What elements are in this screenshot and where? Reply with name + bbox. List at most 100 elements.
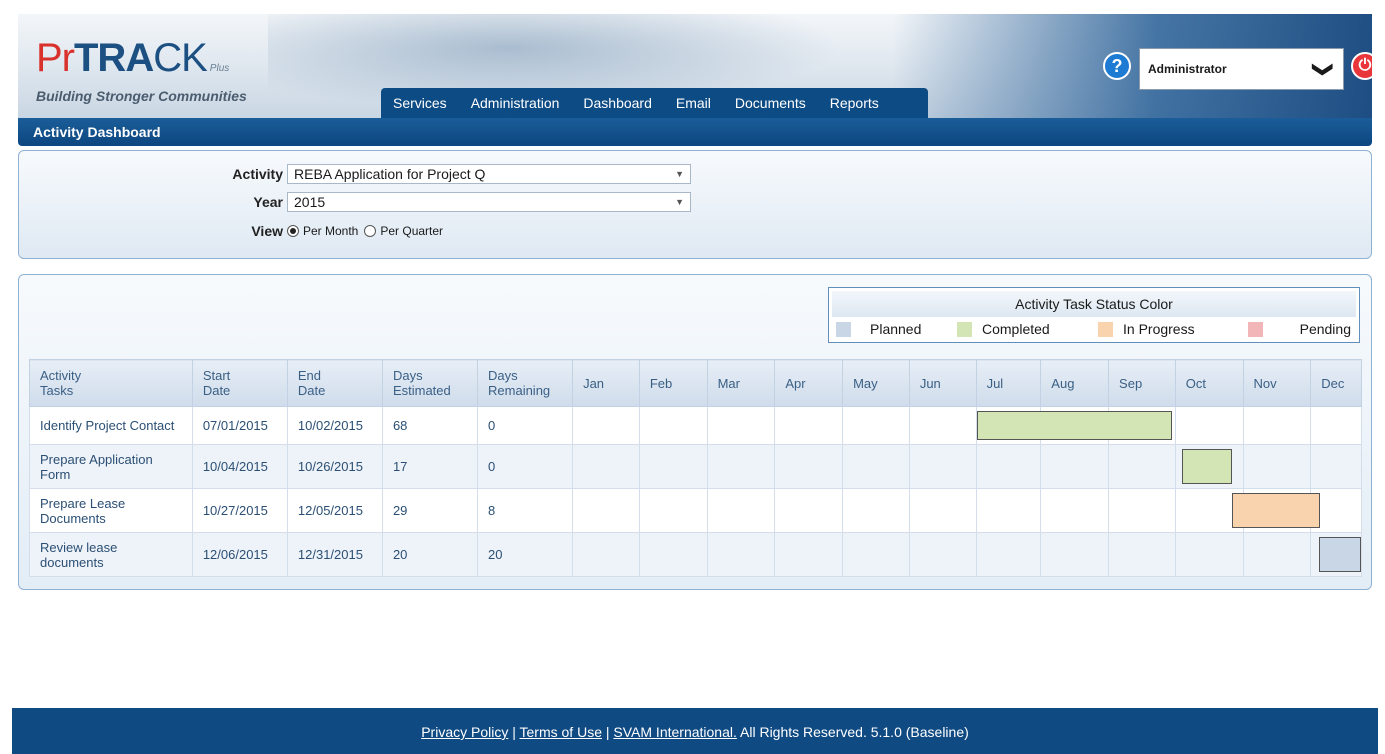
col-header-dec: Dec xyxy=(1310,359,1362,407)
col-header-apr: Apr xyxy=(774,359,844,407)
month-cell-sep xyxy=(1108,444,1176,489)
month-cell-jun xyxy=(908,444,977,489)
month-cell-feb xyxy=(638,532,708,577)
col-header-start: Start Date xyxy=(191,359,288,407)
view-per-quarter-radio[interactable]: Per Quarter xyxy=(364,224,443,238)
nav-documents[interactable]: Documents xyxy=(723,88,818,118)
month-cell-oct xyxy=(1174,532,1244,577)
month-cell-nov xyxy=(1242,406,1312,445)
days-remaining-cell: 0 xyxy=(477,444,574,489)
terms-of-use-link[interactable]: Terms of Use xyxy=(520,724,602,740)
pending-swatch xyxy=(1248,321,1263,337)
view-per-month-radio[interactable]: Per Month xyxy=(287,224,358,238)
gantt-bar[interactable] xyxy=(1231,493,1321,528)
start-date-cell: 10/04/2015 xyxy=(191,444,288,489)
activity-select[interactable]: REBA Application for Project Q ▼ xyxy=(287,164,691,184)
col-header-feb: Feb xyxy=(638,359,708,407)
logo-tagline: Building Stronger Communities xyxy=(36,88,247,104)
legend-item-planned: Planned xyxy=(829,321,957,337)
legend-items: Planned Completed In Progress Pending xyxy=(829,317,1359,341)
table-row: Identify Project Contact 07/01/2015 10/02/… xyxy=(29,406,1362,445)
month-cell-may xyxy=(842,532,910,577)
company-link[interactable]: SVAM International. xyxy=(613,724,736,740)
month-cell-nov xyxy=(1242,444,1312,489)
help-icon[interactable]: ? xyxy=(1103,52,1131,80)
month-cell-mar xyxy=(706,488,776,533)
radio-unselected-icon xyxy=(364,225,377,237)
month-cell-oct xyxy=(1174,488,1321,533)
privacy-policy-link[interactable]: Privacy Policy xyxy=(421,724,508,740)
col-header-jan: Jan xyxy=(572,359,640,407)
days-estimated-cell: 17 xyxy=(381,444,479,489)
start-date-cell: 12/06/2015 xyxy=(191,532,288,577)
activity-select-value: REBA Application for Project Q xyxy=(294,166,486,182)
month-cell-aug xyxy=(1040,532,1110,577)
month-cell-apr xyxy=(774,406,844,445)
month-cell-sep xyxy=(1108,532,1176,577)
month-cell-oct xyxy=(1174,406,1244,445)
month-cell-jun xyxy=(908,406,977,445)
view-label: View xyxy=(251,223,283,239)
protrack-logo[interactable]: PrTRACK Plus xyxy=(36,38,229,89)
col-header-aug: Aug xyxy=(1040,359,1110,407)
gantt-bar[interactable] xyxy=(976,411,1172,440)
task-cell: Review lease documents xyxy=(29,532,193,577)
month-cell-jul xyxy=(975,406,1172,445)
page-title: Activity Dashboard xyxy=(18,118,1372,146)
col-header-estimated: Days Estimated xyxy=(381,359,479,407)
nav-reports[interactable]: Reports xyxy=(818,88,891,118)
month-cell-jun xyxy=(908,488,977,533)
start-date-cell: 07/01/2015 xyxy=(191,406,288,445)
month-cell-jan xyxy=(572,532,640,577)
month-cell-apr xyxy=(774,532,844,577)
main-nav: Services Administration Dashboard Email … xyxy=(381,88,928,118)
col-header-nov: Nov xyxy=(1242,359,1312,407)
month-cell-mar xyxy=(706,532,776,577)
radio-selected-icon xyxy=(287,225,299,237)
logout-icon[interactable]: ⏻ xyxy=(1351,52,1372,80)
month-cell-may xyxy=(842,444,910,489)
col-header-jul: Jul xyxy=(975,359,1042,407)
nav-dashboard[interactable]: Dashboard xyxy=(571,88,664,118)
gantt-bar[interactable] xyxy=(1319,537,1361,572)
year-select-value: 2015 xyxy=(294,194,326,210)
month-cell-apr xyxy=(774,444,844,489)
user-role-value: Administrator xyxy=(1148,62,1227,76)
page-footer: Privacy Policy | Terms of Use | SVAM Int… xyxy=(12,708,1378,754)
month-cell-aug xyxy=(1040,488,1110,533)
col-header-mar: Mar xyxy=(706,359,776,407)
dropdown-arrow-icon: ▼ xyxy=(675,197,684,207)
days-estimated-cell: 29 xyxy=(381,488,479,533)
gantt-bar[interactable] xyxy=(1182,449,1232,484)
view-per-month-label: Per Month xyxy=(303,224,359,238)
end-date-cell: 10/26/2015 xyxy=(286,444,383,489)
month-cell-may xyxy=(842,488,910,533)
nav-services[interactable]: Services xyxy=(381,88,459,118)
month-cell-feb xyxy=(638,444,708,489)
month-cell-jul xyxy=(975,488,1042,533)
chevron-down-icon: ❯ xyxy=(1311,60,1334,78)
table-row: Review lease documents 12/06/2015 12/31/20… xyxy=(29,532,1362,577)
end-date-cell: 10/02/2015 xyxy=(286,406,383,445)
app-header: PrTRACK Plus Building Stronger Communitie… xyxy=(18,14,1372,118)
days-remaining-cell: 8 xyxy=(477,488,574,533)
user-role-select[interactable]: Administrator ❯ xyxy=(1139,48,1344,90)
year-select[interactable]: 2015 ▼ xyxy=(287,192,691,212)
month-cell-jul xyxy=(975,532,1042,577)
month-cell-jun xyxy=(908,532,977,577)
view-row: View Per Month Per Quarter xyxy=(19,223,449,239)
task-cell: Prepare Lease Documents xyxy=(29,488,193,533)
nav-email[interactable]: Email xyxy=(664,88,723,118)
month-cell-oct xyxy=(1174,444,1244,489)
month-cell-nov xyxy=(1242,532,1312,577)
nav-administration[interactable]: Administration xyxy=(459,88,572,118)
month-cell-aug xyxy=(1040,444,1110,489)
month-cell-dec xyxy=(1310,532,1362,577)
task-cell: Prepare Application Form xyxy=(29,444,193,489)
table-row: Prepare Lease Documents 10/27/2015 12/05/2… xyxy=(29,488,1362,533)
days-estimated-cell: 68 xyxy=(381,406,479,445)
month-cell-feb xyxy=(638,488,708,533)
legend-item-in-progress: In Progress xyxy=(1098,321,1248,337)
col-header-sep: Sep xyxy=(1108,359,1176,407)
col-header-remaining: Days Remaining xyxy=(477,359,574,407)
